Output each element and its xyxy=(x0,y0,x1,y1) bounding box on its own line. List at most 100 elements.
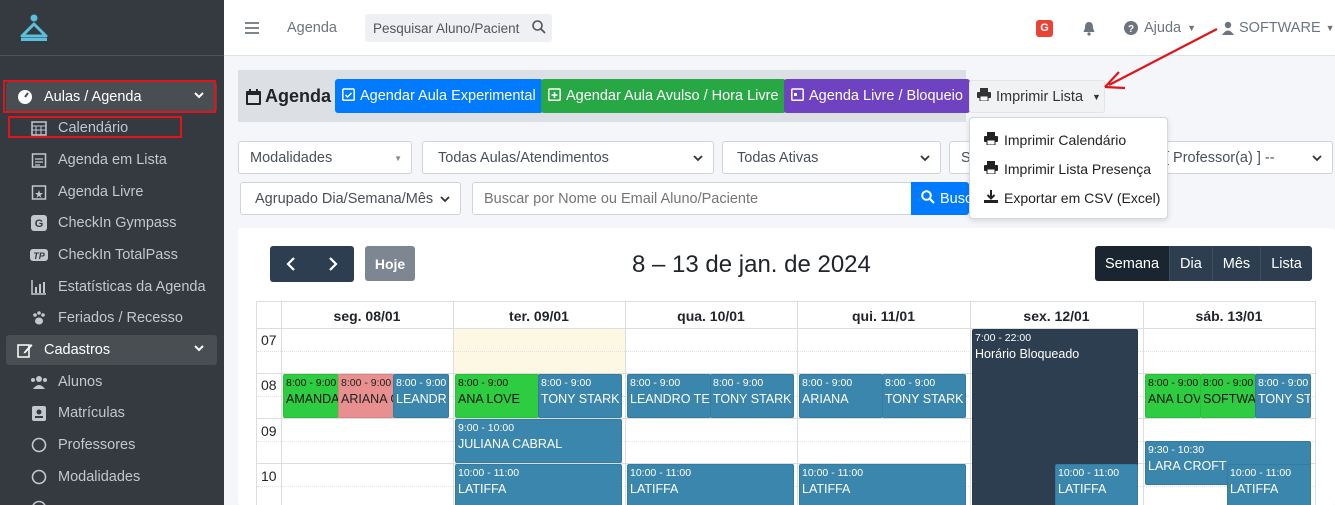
grid-line xyxy=(257,351,1316,352)
buscar-button[interactable]: Busc xyxy=(911,182,972,215)
day-header[interactable]: sáb. 13/01 xyxy=(1143,302,1315,329)
day-header[interactable]: qui. 11/01 xyxy=(797,302,970,329)
professor-select[interactable]: [ Professor(a) ] -- xyxy=(1155,141,1333,174)
search-icon xyxy=(921,189,935,208)
event-block[interactable]: 8:00 - 9:00 TONY STARK xyxy=(538,374,622,418)
agenda-livre-bloqueio-button[interactable]: Agenda Livre / Bloqueio xyxy=(784,79,970,113)
print-icon xyxy=(977,88,991,105)
sidebar-item-label: CheckIn Gympass xyxy=(58,215,177,231)
view-semana-button[interactable]: Semana xyxy=(1095,246,1171,281)
modalidades-select[interactable]: Modalidades ▼ xyxy=(238,141,412,174)
calendar-check-icon xyxy=(342,87,355,105)
sidebar-item-modalidades[interactable]: Modalidades xyxy=(6,462,217,492)
sidebar-item-cut[interactable] xyxy=(6,493,217,505)
event-block[interactable]: 8:00 - 9:00 TONY STARK xyxy=(1255,374,1311,418)
event-block[interactable]: 8:00 - 9:00 TONY STARK xyxy=(882,374,966,418)
chevron-down-icon xyxy=(193,342,205,358)
week-grid: seg. 08/01 ter. 09/01 qua. 10/01 qui. 11… xyxy=(256,301,1316,505)
busca-input-wrap xyxy=(472,182,912,215)
gympass-icon: G xyxy=(28,215,50,231)
event-block[interactable]: 8:00 - 9:00 ARIANA G xyxy=(338,374,394,418)
sidebar-item-label: Cadastros xyxy=(44,342,111,358)
day-header[interactable]: seg. 08/01 xyxy=(281,302,453,329)
search-input[interactable] xyxy=(365,20,520,36)
chevron-down-icon xyxy=(692,152,704,168)
sidebar-item-agenda-lista[interactable]: Agenda em Lista xyxy=(6,145,217,175)
sidebar-item-alunos[interactable]: Alunos xyxy=(6,367,217,397)
search-icon[interactable] xyxy=(532,20,546,37)
event-block[interactable]: 8:00 - 9:00 LEANDR xyxy=(393,374,449,418)
paw-icon xyxy=(28,310,50,326)
sidebar-item-cadastros[interactable]: Cadastros xyxy=(6,335,217,365)
agendar-avulso-button[interactable]: Agendar Aula Avulso / Hora Livre xyxy=(541,79,786,113)
logo[interactable] xyxy=(0,0,224,56)
exportar-csv-item[interactable]: Exportar em CSV (Excel) xyxy=(984,187,1160,209)
calendar-title: 8 – 13 de jan. de 2024 xyxy=(632,251,871,278)
google-g-icon: G xyxy=(1036,19,1053,37)
event-block[interactable]: 10:00 - 11:00 LATIFFA xyxy=(455,464,622,505)
sidebar-item-agenda-livre[interactable]: Agenda Livre xyxy=(6,177,217,207)
user-dropdown[interactable]: SOFTWARE ▼ xyxy=(1222,0,1335,56)
agrupado-select[interactable]: Agrupado Dia/Semana/Mês xyxy=(240,182,461,215)
aulas-select[interactable]: Todas Aulas/Atendimentos xyxy=(422,141,714,174)
calendar-list-icon xyxy=(28,152,50,168)
hamburger-menu-button[interactable] xyxy=(245,0,259,56)
id-badge-icon xyxy=(28,405,50,421)
grid-line xyxy=(453,302,454,505)
sidebar-item-matriculas[interactable]: Matrículas xyxy=(6,398,217,428)
day-header[interactable]: qua. 10/01 xyxy=(625,302,797,329)
chevron-down-icon xyxy=(1311,152,1323,168)
event-block[interactable]: 8:00 - 9:00 AMANDA xyxy=(283,374,339,418)
event-block[interactable]: 10:00 - 11:00 LATIFFA xyxy=(1227,464,1311,505)
prev-week-button[interactable] xyxy=(270,246,312,282)
sidebar-item-label: CheckIn TotalPass xyxy=(58,247,178,263)
imprimir-dropdown-menu: Imprimir Calendário Imprimir Lista Prese… xyxy=(969,117,1168,219)
sidebar-item-checkin-gympass[interactable]: G CheckIn Gympass xyxy=(6,208,217,238)
sidebar-item-estatisticas[interactable]: Estatísticas da Agenda xyxy=(6,272,217,302)
ativas-select[interactable]: Todas Ativas xyxy=(722,141,941,174)
totalpass-icon: TP xyxy=(28,247,50,263)
event-block[interactable]: 8:00 - 9:00 LEANDRO TESTE xyxy=(627,374,711,418)
event-block[interactable]: 8:00 - 9:00 ARIANA xyxy=(799,374,883,418)
svg-text:G: G xyxy=(35,218,44,230)
google-button[interactable]: G xyxy=(1036,0,1053,56)
download-icon xyxy=(984,190,998,206)
view-dia-button[interactable]: Dia xyxy=(1170,246,1213,281)
event-block[interactable]: 8:00 - 9:00 TONY STARK xyxy=(710,374,794,418)
day-header[interactable]: ter. 09/01 xyxy=(453,302,625,329)
hour-label: 09 xyxy=(261,423,277,439)
event-block[interactable]: 8:00 - 9:00 SOFTWARE xyxy=(1200,374,1256,418)
view-mes-button[interactable]: Mês xyxy=(1212,246,1262,281)
page-title: Agenda xyxy=(246,86,331,107)
event-block[interactable]: 10:00 - 11:00 LATIFFA xyxy=(627,464,794,505)
sidebar-item-feriados[interactable]: Feriados / Recesso xyxy=(6,303,217,333)
view-switcher: Semana Dia Mês Lista xyxy=(1095,246,1312,281)
today-button[interactable]: Hoje xyxy=(365,246,415,281)
day-header[interactable]: sex. 12/01 xyxy=(970,302,1143,329)
busca-input[interactable] xyxy=(473,183,903,214)
highlight-box-calendario xyxy=(8,116,182,138)
view-lista-button[interactable]: Lista xyxy=(1261,246,1312,281)
notifications-button[interactable] xyxy=(1082,0,1096,56)
circle-icon xyxy=(28,437,50,453)
imprimir-lista-dropdown-button[interactable]: Imprimir Lista ▼ xyxy=(969,80,1105,113)
breadcrumb[interactable]: Agenda xyxy=(287,0,337,56)
imprimir-lista-presenca-item[interactable]: Imprimir Lista Presença xyxy=(984,158,1151,180)
event-block[interactable]: 8:00 - 9:00 ANA LOVE xyxy=(455,374,539,418)
agendar-experimental-button[interactable]: Agendar Aula Experimental xyxy=(335,79,543,113)
calendar-plus-icon xyxy=(548,87,561,105)
sidebar-item-checkin-totalpass[interactable]: TP CheckIn TotalPass xyxy=(6,240,217,270)
event-block[interactable]: 9:00 - 10:00 JULIANA CABRAL xyxy=(455,419,622,463)
event-block[interactable]: 10:00 - 11:00 LATIFFA xyxy=(799,464,966,505)
sidebar-item-professores[interactable]: Professores xyxy=(6,430,217,460)
grid-line xyxy=(797,302,798,505)
imprimir-calendario-item[interactable]: Imprimir Calendário xyxy=(984,129,1126,151)
event-block[interactable]: 8:00 - 9:00 ANA LOVE xyxy=(1145,374,1201,418)
sidebar-item-label: Estatísticas da Agenda xyxy=(58,279,206,295)
next-week-button[interactable] xyxy=(312,246,354,282)
hamburger-icon xyxy=(245,22,259,34)
highlight-box-agenda xyxy=(3,80,216,113)
event-block[interactable]: 10:00 - 11:00 LATIFFA xyxy=(1055,464,1138,505)
chevron-right-icon xyxy=(329,257,338,271)
bar-chart-icon xyxy=(28,279,50,295)
